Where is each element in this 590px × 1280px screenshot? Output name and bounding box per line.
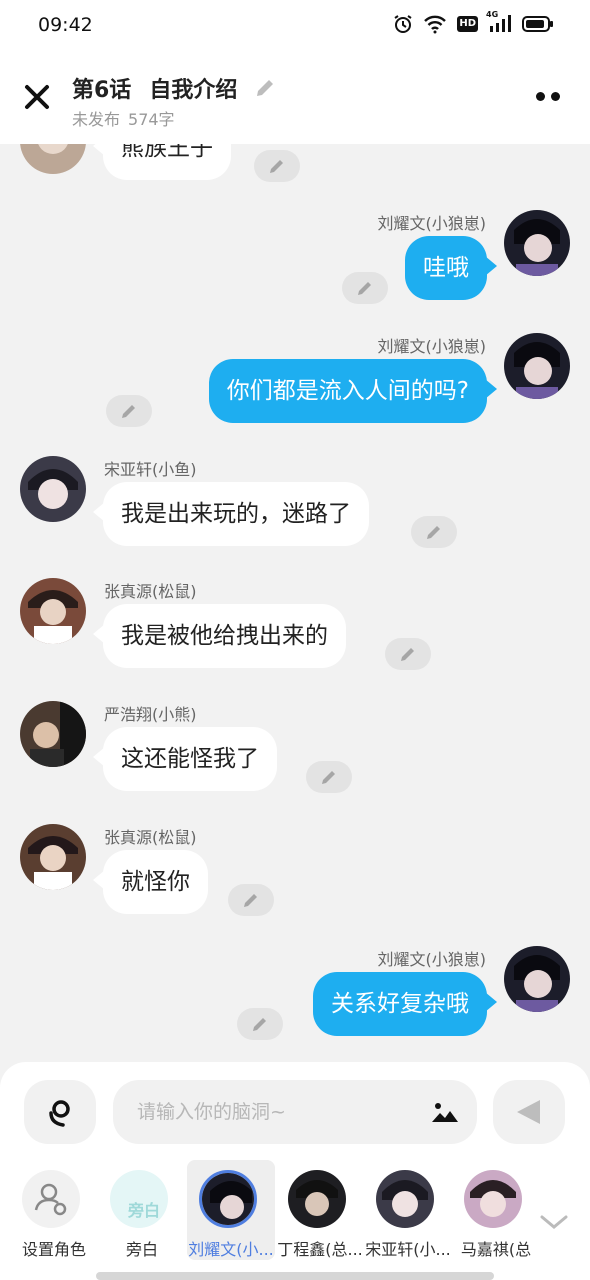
more-dot-icon [536,91,545,101]
narrator-badge-text: 旁白 [127,1201,160,1220]
wifi-icon [423,14,447,34]
avatar[interactable] [504,946,570,1012]
edit-message-button[interactable] [342,272,388,304]
status-time: 09:42 [38,14,93,36]
pencil-icon [427,526,440,539]
message-bubble[interactable]: 哇哦 [405,236,497,300]
message-bubble[interactable]: 我是被他给拽出来的 [93,604,346,668]
role-label: 旁白 [125,1240,158,1259]
send-icon [517,1100,540,1124]
composer: 设置角色 旁白 旁白 刘耀文(小... 丁程鑫(总... 宋亚轩(小... [0,1062,590,1280]
pencil-icon [322,771,335,784]
battery-icon [522,14,554,34]
title-line: 第6话 自我介绍 [72,72,277,104]
input-box [113,1080,477,1144]
chevron-down-icon [540,1215,568,1229]
narrator-badge: 旁白 [110,1170,168,1228]
message-bubble[interactable]: 这还能怪我了 [93,727,277,791]
role-label: 丁程鑫(总... [277,1240,363,1259]
message-bubble[interactable]: 熊族王子 [93,144,231,180]
message-bubble[interactable]: 你们都是流入人间的吗? [208,359,498,423]
message-bubble[interactable]: 关系好复杂哦 [313,972,497,1036]
close-button[interactable] [20,80,54,114]
edit-title-icon[interactable] [253,76,277,100]
sender-name: 张真源(松鼠) [104,828,197,847]
publish-state: 未发布 [72,110,121,129]
avatar[interactable] [20,456,86,522]
role-label: 设置角色 [21,1240,86,1259]
avatar[interactable] [20,578,86,644]
status-icons: HD 4G [393,10,554,34]
role-selector: 设置角色 旁白 旁白 刘耀文(小... 丁程鑫(总... 宋亚轩(小... 马嘉… [0,1160,590,1270]
more-button[interactable] [536,88,568,104]
avatar[interactable] [20,144,86,174]
pencil-icon [270,160,283,173]
edit-message-button[interactable] [385,638,431,670]
edit-message-button[interactable] [106,395,152,427]
pencil-icon [122,405,135,418]
role-ma-jiaqi[interactable]: 马嘉祺(总 [452,1160,540,1260]
expand-roles-button[interactable] [538,1212,570,1232]
role-ding-chengxin[interactable]: 丁程鑫(总... [276,1160,364,1260]
hd-icon: HD [457,16,478,32]
avatar[interactable] [504,210,570,276]
sender-name: 刘耀文(小狼崽) [377,337,487,356]
edit-message-button[interactable] [254,150,300,182]
episode-title[interactable]: 自我介绍 [149,72,237,104]
message-bubble[interactable]: 我是出来玩的，迷路了 [93,482,369,546]
role-settings[interactable]: 设置角色 [10,1160,98,1260]
sender-name: 严浩翔(小熊) [104,705,197,724]
avatar[interactable] [504,333,570,399]
pencil-icon [244,894,257,907]
edit-message-button[interactable] [306,761,352,793]
more-dot-icon [551,91,560,101]
avatar [199,1170,257,1228]
sender-name: 宋亚轩(小鱼) [104,460,197,479]
avatar[interactable] [20,701,86,767]
alarm-icon [393,14,413,34]
signal-icon: 4G [486,10,512,34]
episode-meta: 未发布 574字 [72,106,175,130]
avatar [288,1170,346,1228]
word-count: 574字 [128,110,175,129]
header: 第6话 自我介绍 未发布 574字 [0,52,590,144]
home-indicator [96,1272,494,1280]
edit-message-button[interactable] [411,516,457,548]
role-narrator[interactable]: 旁白 旁白 [98,1160,186,1260]
sender-name: 刘耀文(小狼崽) [377,214,487,233]
role-label: 马嘉祺(总 [460,1240,532,1259]
role-label: 刘耀文(小... [188,1240,274,1259]
send-button[interactable] [493,1080,565,1144]
settings-role-icon [22,1170,80,1228]
image-icon [432,1103,458,1122]
avatar[interactable] [20,824,86,890]
insert-image-button[interactable] [431,1100,459,1124]
status-bar: 09:42 HD 4G [0,0,590,52]
story-input[interactable] [137,1080,417,1144]
role-label: 宋亚轩(小... [365,1240,451,1259]
role-liu-yaowen[interactable]: 刘耀文(小... [187,1160,275,1260]
role-song-yaxuan[interactable]: 宋亚轩(小... [364,1160,452,1260]
pencil-icon [358,282,371,295]
message-bubble[interactable]: 就怪你 [93,850,208,914]
pencil-icon [253,1018,266,1031]
chat-list[interactable]: 熊族王子 刘耀文(小狼崽) 哇哦 刘耀文(小狼崽) 你们都是流入人间的吗? 宋亚… [0,144,590,1062]
sender-name: 张真源(松鼠) [104,582,197,601]
avatar [376,1170,434,1228]
voice-icon [49,1100,70,1127]
edit-message-button[interactable] [228,884,274,916]
close-icon [25,85,49,109]
network-type: 4G [486,10,499,19]
episode-number: 第6话 [72,78,132,103]
edit-message-button[interactable] [237,1008,283,1040]
sender-name: 刘耀文(小狼崽) [377,950,487,969]
avatar [464,1170,522,1228]
pencil-icon [401,648,414,661]
voice-button[interactable] [24,1080,96,1144]
